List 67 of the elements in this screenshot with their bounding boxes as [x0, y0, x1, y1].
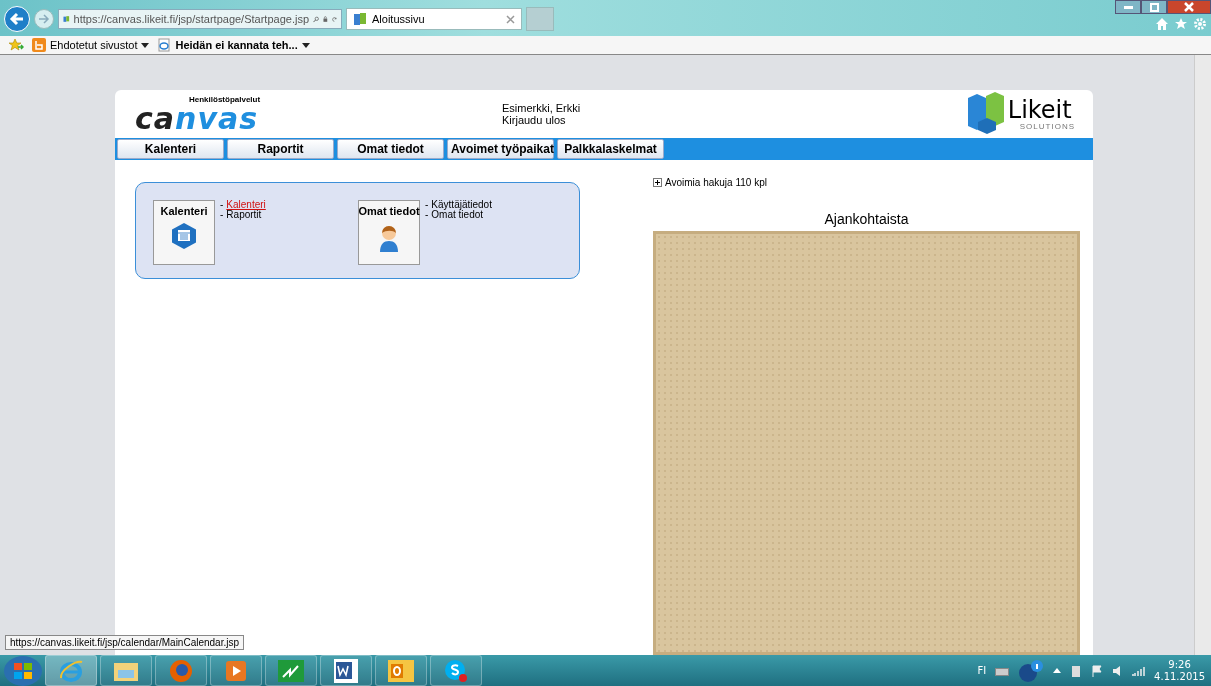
forward-button[interactable]	[34, 9, 54, 29]
address-field[interactable]: https://canvas.likeit.fi/jsp/startpage/Startpage.jsp	[58, 9, 342, 29]
list-dash: -	[425, 210, 429, 220]
back-button[interactable]	[4, 6, 30, 32]
help-icon[interactable]	[1018, 658, 1045, 683]
up-arrow-icon[interactable]	[1053, 668, 1062, 673]
caret-icon	[301, 42, 310, 48]
close-icon	[1184, 2, 1194, 12]
status-link-tooltip: https://canvas.likeit.fi/jsp/calendar/MainCalendar.jsp	[5, 635, 244, 650]
start-button[interactable]	[4, 655, 42, 686]
settings-icon[interactable]	[1193, 17, 1207, 31]
nav-tab[interactable]: Raportit	[227, 139, 334, 159]
close-icon[interactable]	[506, 14, 515, 24]
company-logo: Likeit SOLUTIONS	[965, 92, 1075, 136]
back-arrow-icon	[8, 10, 26, 28]
open-jobs-toggle[interactable]: Avoimia hakuja 110 kpl	[653, 177, 1093, 188]
module-tile[interactable]: Kalenteri	[153, 200, 215, 265]
signal-icon[interactable]	[1131, 665, 1146, 676]
maximize-button[interactable]	[1141, 0, 1167, 14]
chat-icon[interactable]	[430, 655, 482, 686]
close-button[interactable]	[1167, 0, 1211, 14]
favorites-star-icon[interactable]	[8, 38, 24, 52]
module-link[interactable]: Raportit	[226, 210, 262, 220]
keyboard-icon[interactable]	[995, 665, 1010, 676]
favorites-label[interactable]: Heidän ei kannata teh...	[175, 39, 298, 51]
list-dash: -	[425, 200, 429, 210]
module-tile[interactable]: Omat tiedot	[358, 200, 420, 265]
favorites-link[interactable]: Ehdotetut sivustot	[32, 38, 150, 52]
browser-icon[interactable]	[45, 655, 97, 686]
favorites-label[interactable]: Ehdotetut sivustot	[50, 39, 138, 51]
module-link[interactable]: Käyttäjätiedot	[431, 200, 492, 210]
browser-tab[interactable]: Aloitussivu	[346, 8, 522, 30]
forward-arrow-icon	[38, 13, 50, 25]
scrollbar[interactable]	[1194, 55, 1211, 655]
user-icon	[378, 223, 400, 253]
clock[interactable]: 9:26 4.11.2015	[1154, 658, 1205, 683]
maximize-icon	[1149, 2, 1159, 12]
minimize-button[interactable]	[1115, 0, 1141, 14]
module-link[interactable]: Omat tiedot	[431, 210, 484, 220]
chart-icon[interactable]	[265, 655, 317, 686]
star-icon[interactable]	[1174, 17, 1188, 31]
browser-icon[interactable]	[155, 655, 207, 686]
device-icon[interactable]	[1070, 663, 1083, 678]
list-dash: -	[220, 210, 224, 220]
nav-tab[interactable]: Omat tiedot	[337, 139, 444, 159]
play-icon[interactable]	[210, 655, 262, 686]
site-icon	[353, 12, 367, 26]
lock-icon	[323, 13, 328, 25]
list-dash: -	[220, 200, 224, 210]
speaker-icon[interactable]	[1112, 664, 1123, 677]
flag-icon[interactable]	[1091, 664, 1104, 677]
folder-icon[interactable]	[100, 655, 152, 686]
nav-tab[interactable]: Kalenteri	[117, 139, 224, 159]
canvas-logo[interactable]: Henkilöstöpalvelut canvas	[135, 94, 475, 134]
language-indicator[interactable]: FI	[977, 665, 987, 676]
logout-link[interactable]: Kirjaudu ulos	[502, 114, 581, 126]
calendar-icon	[172, 223, 196, 249]
mail-icon[interactable]	[375, 655, 427, 686]
user-name: Esimerkki, Erkki	[502, 102, 581, 114]
document-icon[interactable]	[320, 655, 372, 686]
favorites-link[interactable]: Heidän ei kannata teh...	[157, 38, 310, 52]
nav-tab[interactable]: Avoimet työpaikat	[447, 139, 554, 159]
news-heading: Ajankohtaista	[823, 211, 910, 227]
minimize-icon	[1123, 5, 1133, 9]
module-link[interactable]: Kalenteri	[226, 200, 266, 210]
nav-tab[interactable]: Palkkalaskelmat	[557, 139, 664, 159]
caret-icon	[141, 42, 150, 48]
